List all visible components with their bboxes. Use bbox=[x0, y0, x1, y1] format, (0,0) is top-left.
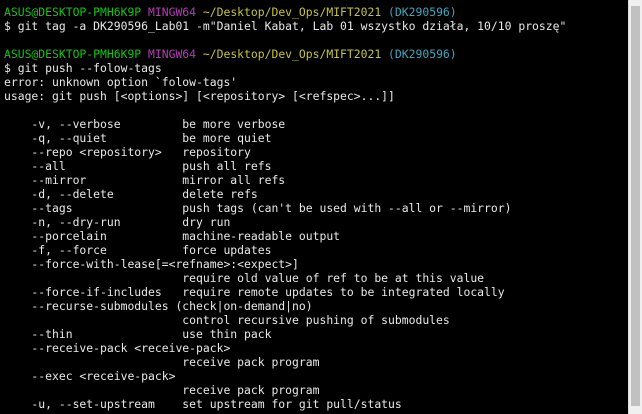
terminal-line: --force-if-includes require remote updat… bbox=[4, 285, 628, 299]
terminal-text-segment: -d, --delete delete refs bbox=[4, 187, 258, 201]
terminal-text-segment: $ git push --folow-tags bbox=[4, 61, 162, 75]
terminal-text-segment: --force-with-lease[=<refname>:<expect>] bbox=[4, 257, 299, 271]
terminal-line: -f, --force force updates bbox=[4, 243, 628, 257]
terminal-text-segment: require old value of ref to be at this v… bbox=[4, 271, 485, 285]
terminal-text-segment: control recursive pushing of submodules bbox=[4, 313, 450, 327]
terminal-line: require old value of ref to be at this v… bbox=[4, 271, 628, 285]
terminal-text-segment: MINGW64 bbox=[148, 5, 203, 19]
terminal-line: -d, --delete delete refs bbox=[4, 187, 628, 201]
terminal-text-segment: error: unknown option `folow-tags' bbox=[4, 75, 238, 89]
terminal-text-segment: ASUS@DESKTOP-PMH6K9P bbox=[4, 47, 149, 61]
terminal-line: receive pack program bbox=[4, 383, 628, 397]
terminal-text-segment: receive pack program bbox=[4, 383, 320, 397]
terminal-line: --exec <receive-pack> bbox=[4, 369, 628, 383]
terminal-line: ASUS@DESKTOP-PMH6K9P MINGW64 ~/Desktop/D… bbox=[4, 47, 628, 61]
terminal-line: $ git tag -a DK290596_Lab01 -m"Daniel Ka… bbox=[4, 19, 628, 33]
terminal-text-segment: $ git tag -a DK290596_Lab01 -m"Daniel Ka… bbox=[4, 19, 567, 33]
terminal-text-segment: -n, --dry-run dry run bbox=[4, 215, 231, 229]
terminal-line: --mirror mirror all refs bbox=[4, 173, 628, 187]
terminal-text-segment: --porcelain machine-readable output bbox=[4, 229, 341, 243]
terminal-line: --tags push tags (can't be used with --a… bbox=[4, 201, 628, 215]
terminal-text-segment: --recurse-submodules (check|on-demand|no… bbox=[4, 299, 313, 313]
terminal-line: error: unknown option `folow-tags' bbox=[4, 75, 628, 89]
scrollbar-thumb[interactable] bbox=[631, 6, 640, 406]
terminal-text-segment: receive pack program bbox=[4, 355, 320, 369]
terminal-text-segment: -v, --verbose be more verbose bbox=[4, 117, 286, 131]
terminal-text-segment: -q, --quiet be more quiet bbox=[4, 131, 272, 145]
terminal-text-segment: --thin use thin pack bbox=[4, 327, 272, 341]
terminal-text-segment: -u, --set-upstream set upstream for git … bbox=[4, 397, 402, 411]
terminal-text-segment: (DK290596) bbox=[381, 5, 457, 19]
terminal-text-segment: MINGW64 bbox=[148, 47, 203, 61]
terminal-text-segment: --mirror mirror all refs bbox=[4, 173, 286, 187]
terminal-line: receive pack program bbox=[4, 355, 628, 369]
terminal-line: --receive-pack <receive-pack> bbox=[4, 341, 628, 355]
terminal-line: --repo <repository> repository bbox=[4, 145, 628, 159]
terminal-text-segment: (DK290596) bbox=[381, 47, 457, 61]
terminal-line: --force-with-lease[=<refname>:<expect>] bbox=[4, 257, 628, 271]
terminal-line: usage: git push [<options>] [<repository… bbox=[4, 89, 628, 103]
terminal-line: $ git push --folow-tags bbox=[4, 61, 628, 75]
terminal-line: --porcelain machine-readable output bbox=[4, 229, 628, 243]
terminal-text-segment: -f, --force force updates bbox=[4, 243, 272, 257]
terminal-line: control recursive pushing of submodules bbox=[4, 313, 628, 327]
terminal-text-segment: --repo <repository> repository bbox=[4, 145, 251, 159]
terminal-text-segment: usage: git push [<options>] [<repository… bbox=[4, 89, 395, 103]
terminal-line: --thin use thin pack bbox=[4, 327, 628, 341]
terminal-text-segment: --tags push tags (can't be used with --a… bbox=[4, 201, 512, 215]
terminal-line: ASUS@DESKTOP-PMH6K9P MINGW64 ~/Desktop/D… bbox=[4, 5, 628, 19]
terminal-text-segment: --force-if-includes require remote updat… bbox=[4, 285, 505, 299]
terminal-text-segment: ~/Desktop/Dev_Ops/MIFT2021 bbox=[202, 5, 382, 19]
terminal-line: --recurse-submodules (check|on-demand|no… bbox=[4, 299, 628, 313]
terminal-text-segment: ~/Desktop/Dev_Ops/MIFT2021 bbox=[202, 47, 382, 61]
terminal-line: -q, --quiet be more quiet bbox=[4, 131, 628, 145]
terminal-line: -u, --set-upstream set upstream for git … bbox=[4, 397, 628, 411]
terminal-line: --all push all refs bbox=[4, 159, 628, 173]
terminal-text-segment: --all push all refs bbox=[4, 159, 272, 173]
terminal-output[interactable]: ASUS@DESKTOP-PMH6K9P MINGW64 ~/Desktop/D… bbox=[0, 0, 628, 414]
terminal-line: -n, --dry-run dry run bbox=[4, 215, 628, 229]
vertical-scrollbar[interactable] bbox=[628, 0, 642, 414]
terminal-text-segment: --receive-pack <receive-pack> bbox=[4, 341, 231, 355]
terminal-text-segment: --exec <receive-pack> bbox=[4, 369, 176, 383]
terminal-line: -v, --verbose be more verbose bbox=[4, 117, 628, 131]
terminal-text-segment: ASUS@DESKTOP-PMH6K9P bbox=[4, 5, 149, 19]
terminal-lines: ASUS@DESKTOP-PMH6K9P MINGW64 ~/Desktop/D… bbox=[4, 5, 628, 411]
